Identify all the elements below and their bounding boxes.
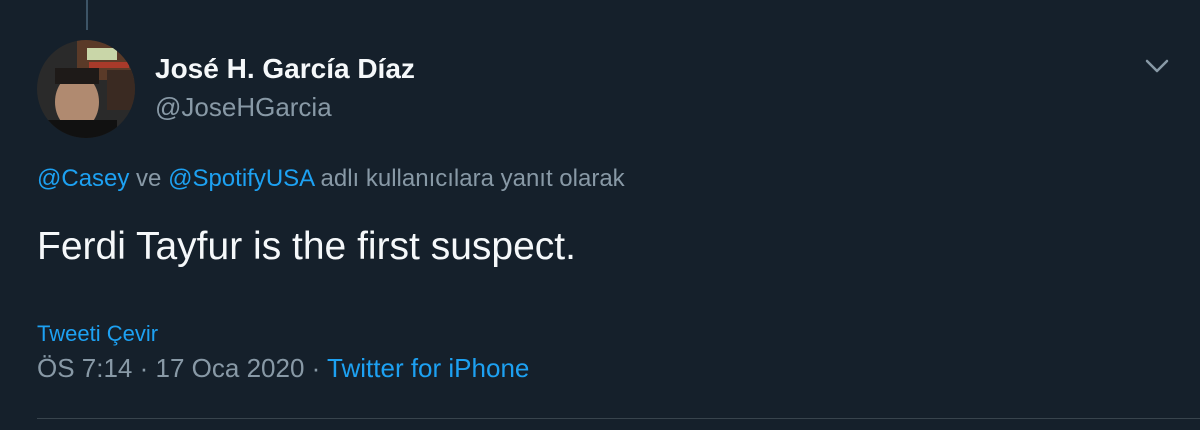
reply-suffix: adlı kullanıcılara yanıt olarak	[313, 165, 625, 192]
meta-separator: ·	[132, 353, 156, 383]
chevron-down-icon[interactable]	[1140, 52, 1174, 80]
reply-connector: ve	[129, 165, 169, 192]
translate-tweet-link[interactable]: Tweeti Çevir	[37, 321, 158, 347]
tweet-text: Ferdi Tayfur is the first suspect.	[37, 225, 576, 268]
author-display-name[interactable]: José H. García Díaz	[155, 53, 415, 85]
reply-context: @Casey ve @SpotifyUSA adlı kullanıcılara…	[37, 165, 625, 193]
avatar-image	[37, 40, 135, 138]
mention-link-spotifyusa[interactable]: @SpotifyUSA	[168, 165, 314, 192]
tweet-time[interactable]: ÖS 7:14	[37, 353, 132, 383]
meta-separator: ·	[304, 353, 328, 383]
author-handle[interactable]: @JoseHGarcia	[155, 92, 332, 123]
avatar[interactable]	[37, 40, 135, 138]
thread-connector-line	[86, 0, 88, 30]
tweet-date[interactable]: 17 Oca 2020	[156, 353, 305, 383]
mention-link-casey[interactable]: @Casey	[37, 165, 129, 192]
tweet-source-link[interactable]: Twitter for iPhone	[327, 353, 529, 383]
divider	[37, 418, 1200, 419]
tweet-metadata: ÖS 7:14 · 17 Oca 2020 · Twitter for iPho…	[37, 353, 529, 384]
